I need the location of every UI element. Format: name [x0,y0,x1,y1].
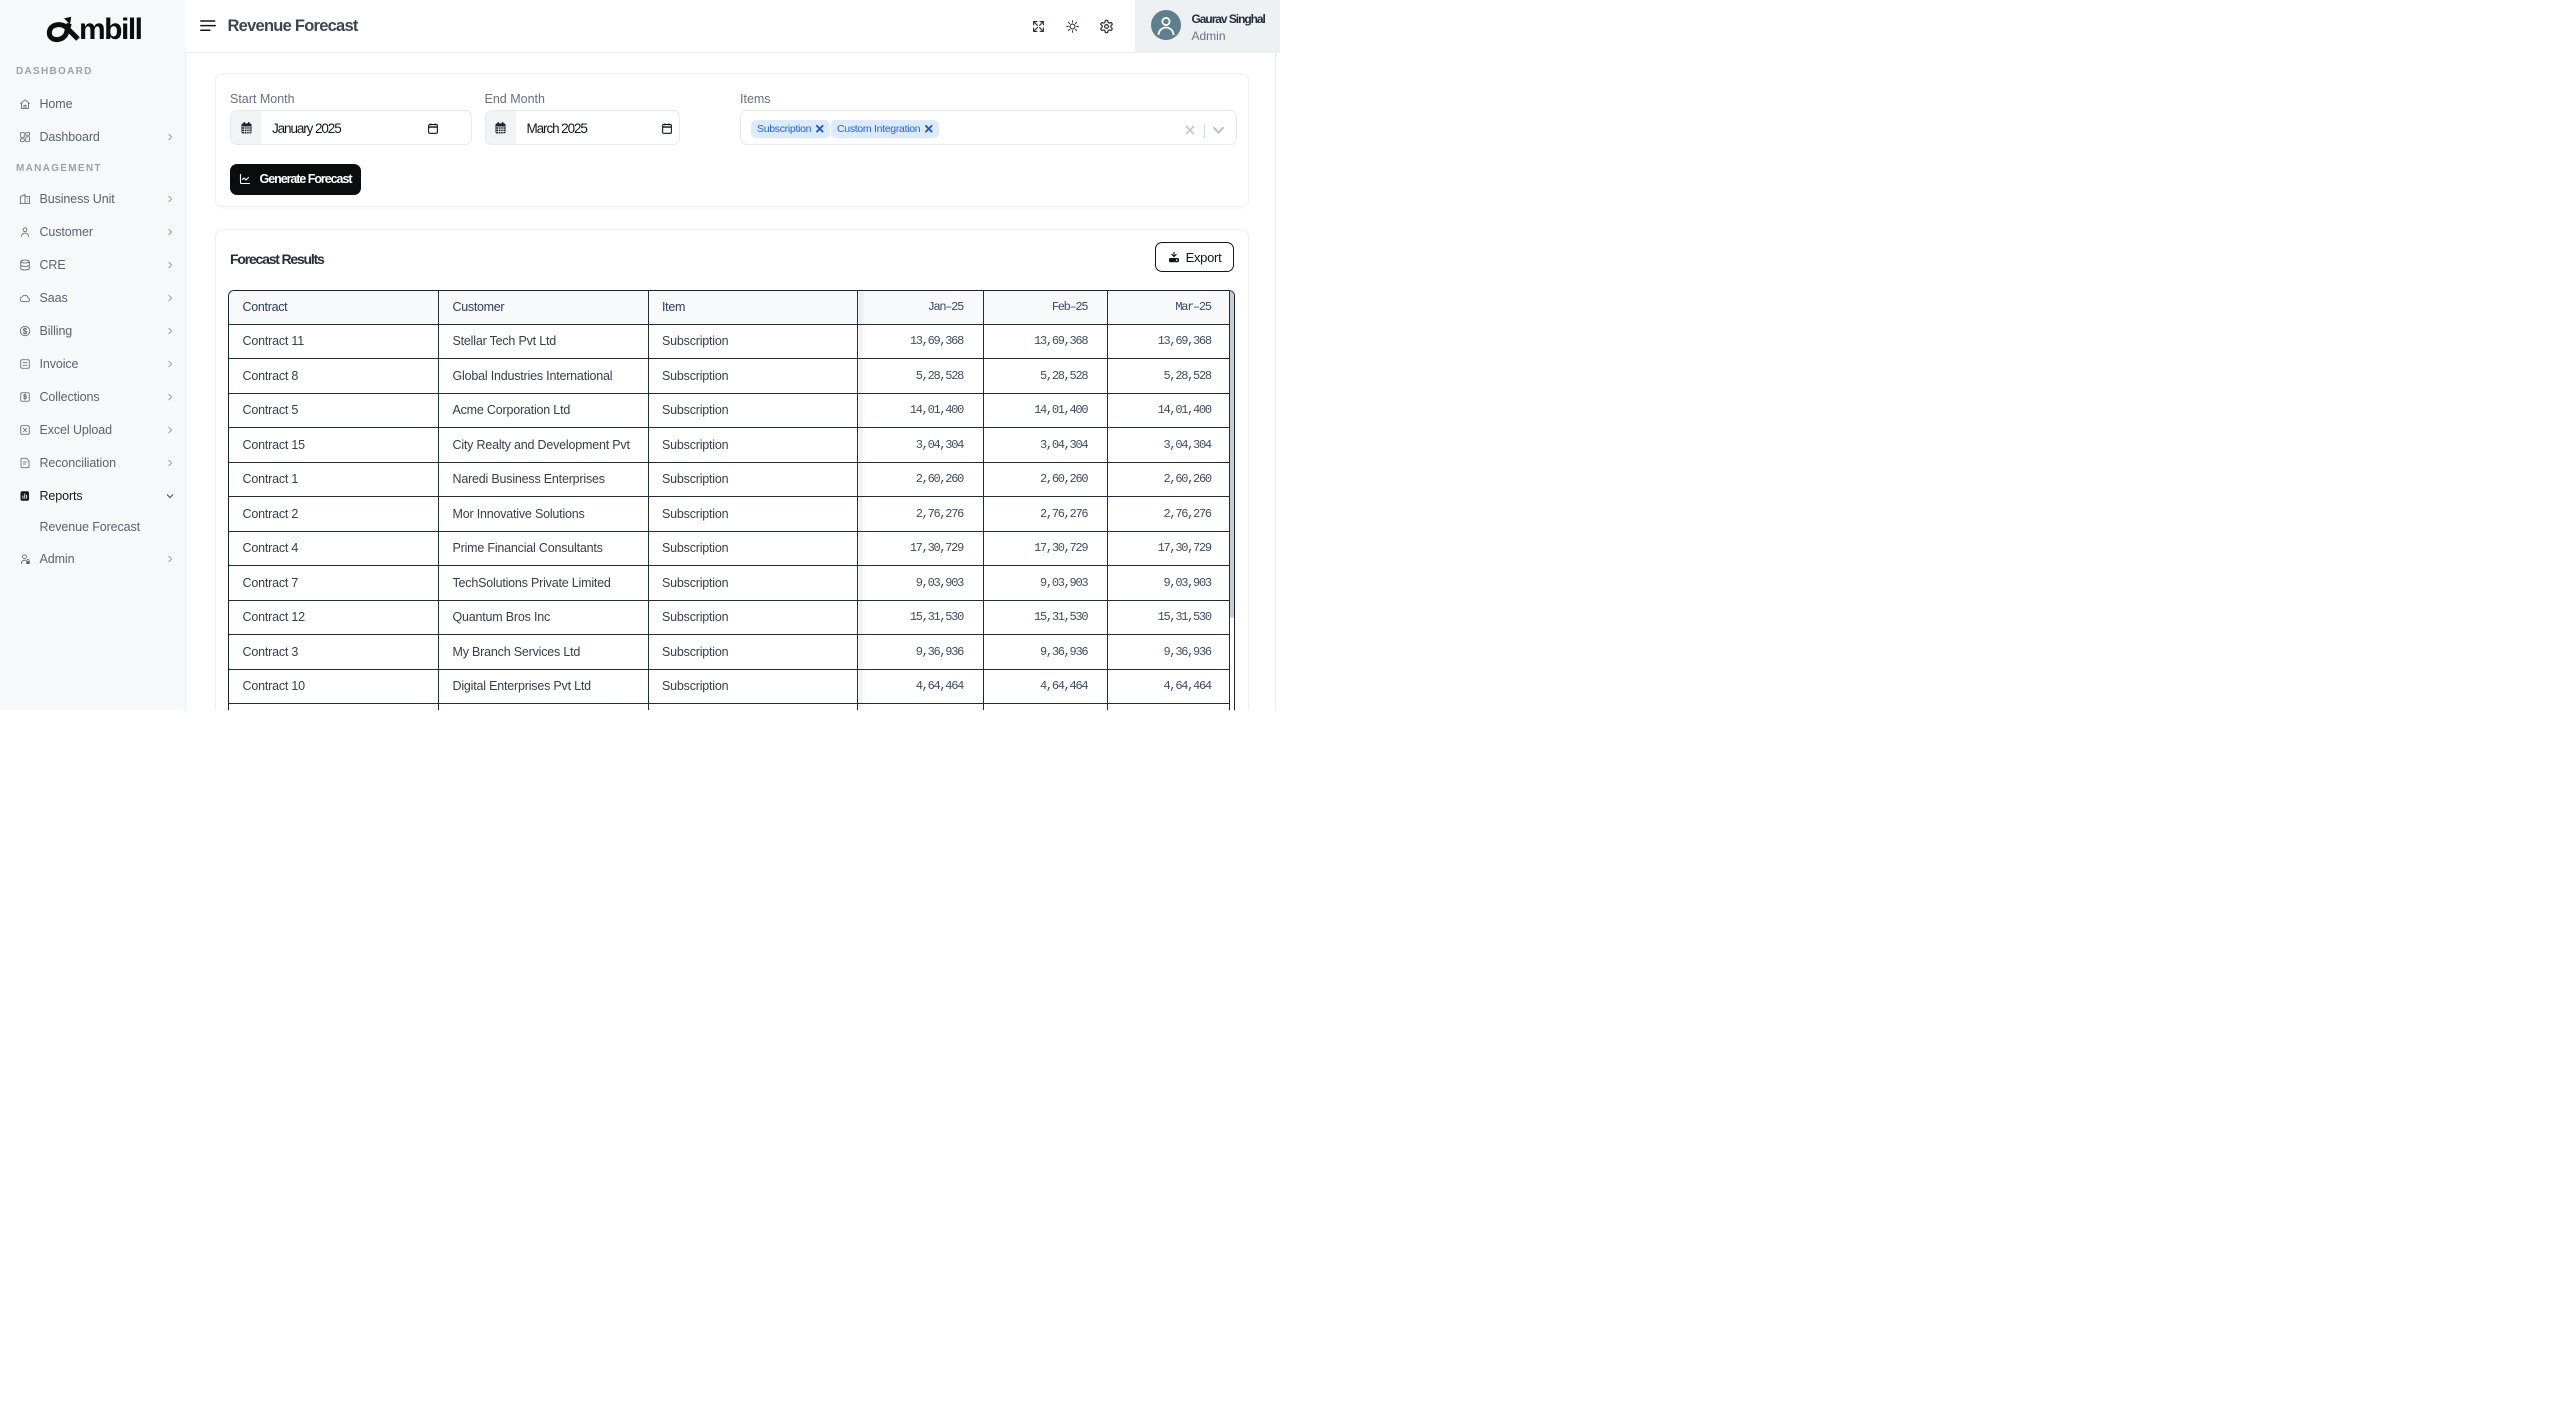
svg-text:mbill: mbill [79,13,142,46]
